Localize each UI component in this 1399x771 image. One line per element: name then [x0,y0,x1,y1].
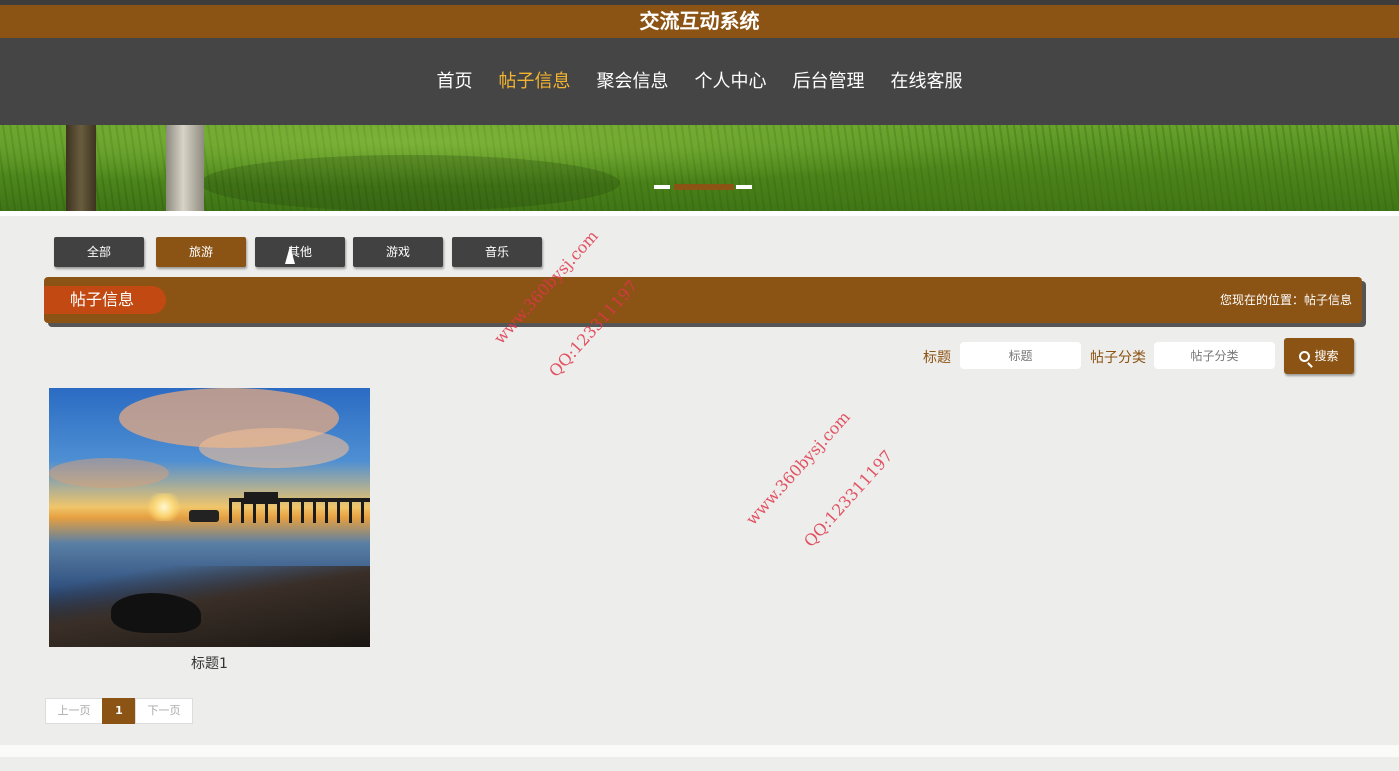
next-page-button[interactable]: 下一页 [135,698,193,724]
search-button-label: 搜索 [1314,349,1339,363]
page-number-button[interactable]: 1 [102,698,136,724]
section-header: 帖子信息 您现在的位置：帖子信息 [44,277,1362,323]
section-title: 帖子信息 [44,286,166,314]
sun-glow [144,493,184,521]
cloud-shape [49,458,169,488]
category-other-button[interactable]: 其他 [255,237,345,267]
category-search-label: 帖子分类 [1090,350,1146,366]
pier-silhouette [229,498,370,523]
nav-item-admin[interactable]: 后台管理 [780,62,878,102]
breadcrumb: 您现在的位置：帖子信息 [1219,293,1352,307]
category-travel-button[interactable]: 旅游 [156,237,246,267]
mouse-cursor-icon [285,246,295,264]
nav-list: 首页 帖子信息 聚会信息 个人中心 后台管理 在线客服 [0,38,1399,125]
search-button[interactable]: 搜索 [1284,338,1354,374]
prev-page-button[interactable]: 上一页 [45,698,103,724]
cloud-shape [199,428,349,468]
title-search-label: 标题 [923,350,951,366]
banner-divider [0,211,1399,216]
footer-strip [0,745,1399,757]
main-nav: 首页 帖子信息 聚会信息 个人中心 后台管理 在线客服 [0,38,1399,125]
post-title[interactable]: 标题1 [49,653,370,673]
beach-shore [49,566,370,647]
rock-silhouette [111,593,201,633]
carousel-indicators [654,182,752,191]
category-search-input[interactable] [1154,342,1275,369]
carousel-dot-1[interactable] [654,185,670,189]
category-all-button[interactable]: 全部 [54,237,144,267]
category-music-button[interactable]: 音乐 [452,237,542,267]
nav-item-home[interactable]: 首页 [424,62,486,102]
search-icon [1299,351,1311,362]
banner-shadow [200,155,620,211]
banner-carousel [0,125,1399,211]
category-games-button[interactable]: 游戏 [353,237,443,267]
boat-silhouette [189,510,219,522]
nav-item-posts[interactable]: 帖子信息 [486,62,584,102]
nav-item-support[interactable]: 在线客服 [878,62,976,102]
birch-trunk-image [166,125,204,211]
site-title: 交流互动系统 [0,5,1399,38]
title-search-input[interactable] [960,342,1081,369]
nav-item-gatherings[interactable]: 聚会信息 [584,62,682,102]
carousel-dot-2[interactable] [674,184,734,190]
post-thumbnail[interactable] [49,388,370,647]
carousel-dot-3[interactable] [736,185,752,189]
nav-item-profile[interactable]: 个人中心 [682,62,780,102]
tree-trunk-image [66,125,96,211]
